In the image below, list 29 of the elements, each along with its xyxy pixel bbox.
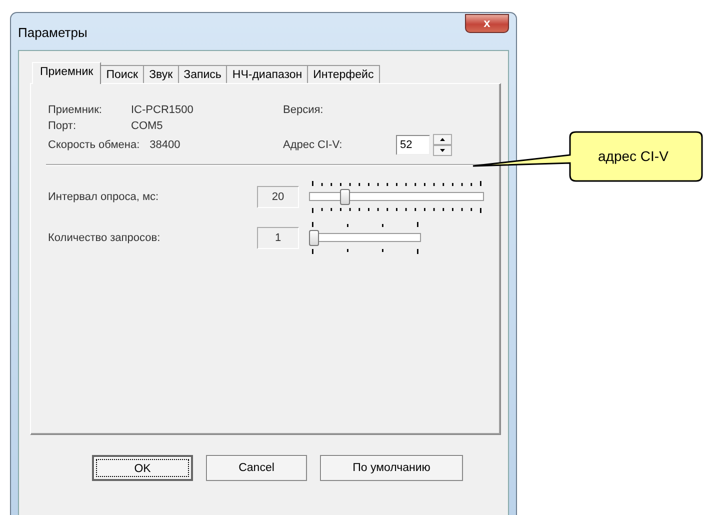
spin-down-button[interactable] <box>433 145 452 156</box>
field-value: 38400 <box>150 138 180 153</box>
field-label: Версия: <box>283 103 324 118</box>
down-arrow-icon <box>440 149 445 152</box>
window-title: Параметры <box>18 25 88 40</box>
field-value: COM5 <box>131 119 164 134</box>
slider-value: 1 <box>257 227 299 249</box>
tab[interactable]: Приемник <box>32 62 102 84</box>
slider-thumb[interactable] <box>340 189 350 205</box>
slider-label: Интервал опроса, мс: <box>48 191 160 203</box>
field-label: Адрес CI-V: <box>283 138 344 153</box>
field-value: IC-PCR1500 <box>131 103 194 118</box>
address-input[interactable]: 52 <box>396 135 430 155</box>
close-button[interactable]: x <box>465 14 509 33</box>
field-label: Приемник: <box>48 103 103 118</box>
dialog-button[interactable]: Cancel <box>206 455 307 481</box>
slider-label: Количество запросов: <box>48 232 162 244</box>
field-label: Скорость обмена: <box>48 138 140 153</box>
slider[interactable] <box>309 220 421 256</box>
spin-up-button[interactable] <box>433 134 452 145</box>
slider-value: 20 <box>257 186 299 208</box>
field-label: Порт: <box>48 119 77 134</box>
slider[interactable] <box>309 179 484 215</box>
slider-thumb[interactable] <box>309 230 319 246</box>
dialog-button[interactable]: По умолчанию <box>320 455 463 481</box>
tab[interactable]: Интерфейс <box>307 65 380 84</box>
up-arrow-icon <box>440 138 445 141</box>
callout-text: адрес CI-V <box>598 148 668 164</box>
dialog-button[interactable]: OK <box>92 455 193 481</box>
